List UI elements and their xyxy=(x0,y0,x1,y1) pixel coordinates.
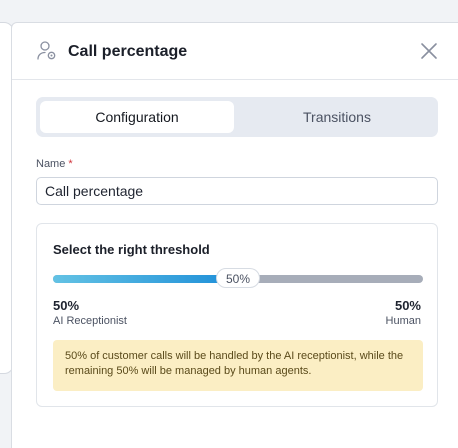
ai-percent: 50% xyxy=(53,298,80,313)
threshold-info-note: 50% of customer calls will be handled by… xyxy=(53,340,423,391)
threshold-slider-thumb[interactable]: 50% xyxy=(216,268,260,288)
tab-configuration[interactable]: Configuration xyxy=(40,101,234,133)
name-label-text: Name xyxy=(36,158,66,170)
tab-bar: Configuration Transitions xyxy=(36,97,438,137)
panel-header: Call percentage xyxy=(12,23,458,80)
call-percentage-panel: Call percentage Configuration Transition… xyxy=(11,22,458,448)
close-icon[interactable] xyxy=(420,42,438,60)
tab-transitions[interactable]: Transitions xyxy=(240,101,434,133)
name-input[interactable] xyxy=(36,177,438,205)
threshold-title: Select the right threshold xyxy=(53,242,210,257)
threshold-card: Select the right threshold 50% 50% AI Re… xyxy=(36,223,438,407)
human-percent: 50% xyxy=(394,298,421,313)
user-settings-icon xyxy=(37,41,56,60)
name-field-label: Name * xyxy=(36,158,73,170)
human-label: Human xyxy=(385,315,421,327)
required-mark: * xyxy=(68,158,73,170)
threshold-slider-fill xyxy=(53,275,238,283)
ai-receptionist-label: AI Receptionist xyxy=(53,315,127,327)
panel-title: Call percentage xyxy=(68,43,188,60)
